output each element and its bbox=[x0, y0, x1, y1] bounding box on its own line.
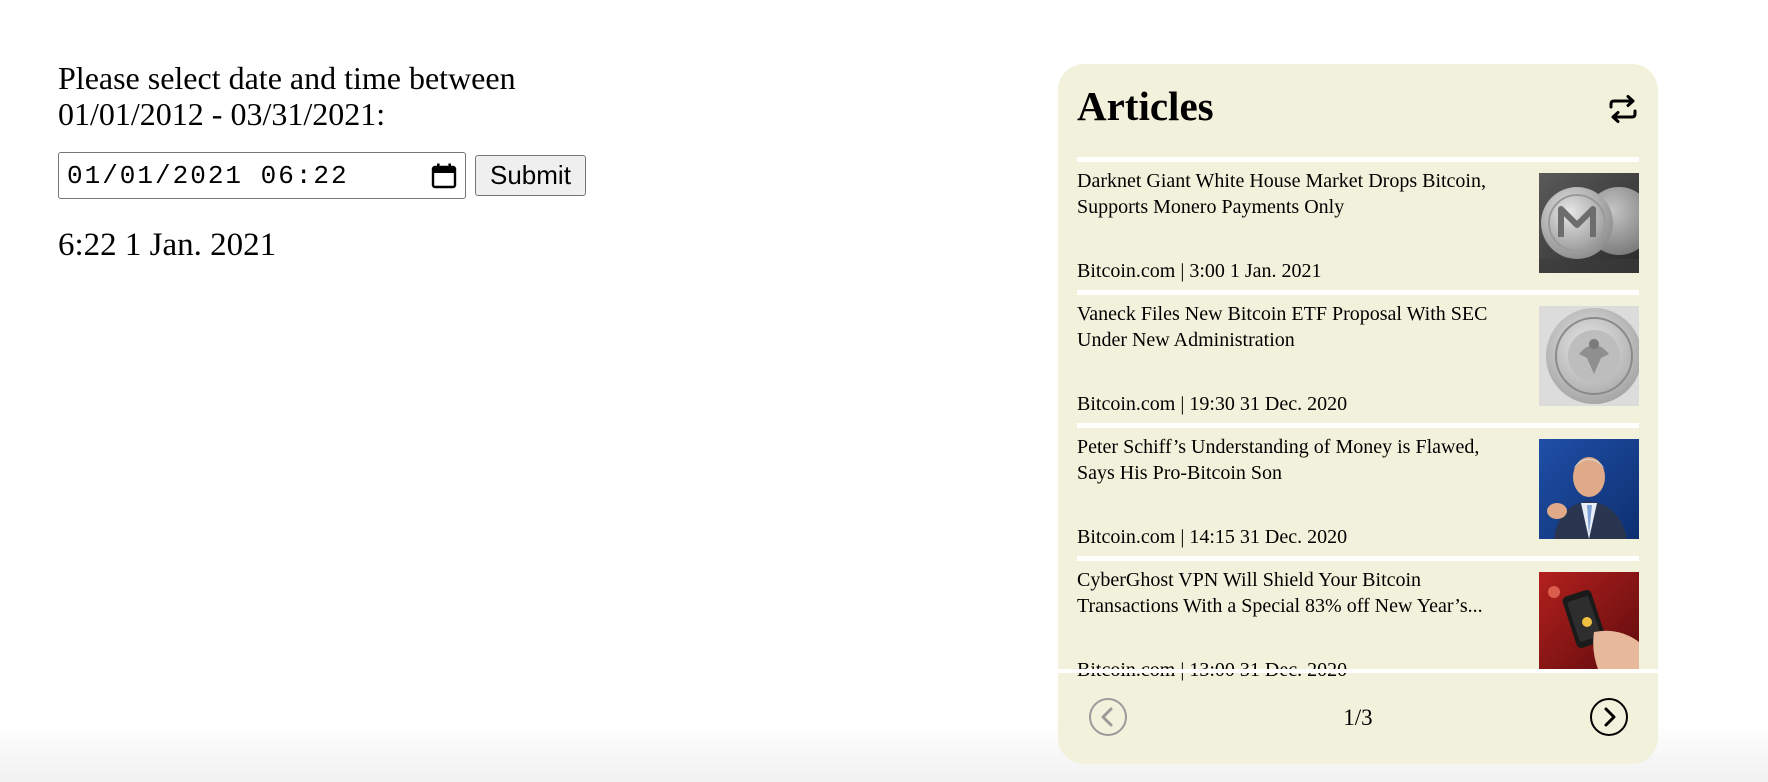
article-meta: Bitcoin.com | 14:15 31 Dec. 2020 bbox=[1077, 526, 1348, 548]
article-title[interactable]: Darknet Giant White House Market Drops B… bbox=[1077, 168, 1507, 220]
date-prompt-line1: Please select date and time between bbox=[58, 60, 516, 96]
article-meta: Bitcoin.com | 3:00 1 Jan. 2021 bbox=[1077, 260, 1322, 282]
article-item[interactable]: Peter Schiff’s Understanding of Money is… bbox=[1077, 423, 1639, 556]
calendar-icon[interactable] bbox=[431, 163, 457, 189]
article-meta: Bitcoin.com | 19:30 31 Dec. 2020 bbox=[1077, 393, 1348, 415]
date-form: 01/01/2021 06:22 Submit bbox=[58, 152, 618, 199]
articles-card: Articles Darknet Giant White House Marke… bbox=[1058, 64, 1658, 764]
phone-in-hand-thumbnail[interactable] bbox=[1539, 572, 1639, 672]
articles-header: Articles bbox=[1058, 64, 1658, 157]
monero-coins-thumbnail[interactable] bbox=[1539, 173, 1639, 273]
page: Please select date and time between 01/0… bbox=[0, 0, 1768, 782]
pagination: 1/3 bbox=[1058, 669, 1658, 764]
chevron-right-icon bbox=[1590, 698, 1628, 736]
article-title[interactable]: CyberGhost VPN Will Shield Your Bitcoin … bbox=[1077, 567, 1507, 619]
article-list: Darknet Giant White House Market Drops B… bbox=[1058, 157, 1658, 689]
next-page-button[interactable] bbox=[1589, 697, 1629, 737]
sec-seal-thumbnail[interactable] bbox=[1539, 306, 1639, 406]
refresh-icon[interactable] bbox=[1606, 92, 1640, 126]
man-in-suit-thumbnail[interactable] bbox=[1539, 439, 1639, 539]
date-selector-panel: Please select date and time between 01/0… bbox=[58, 60, 618, 264]
page-indicator: 1/3 bbox=[1343, 705, 1373, 730]
article-title[interactable]: Vaneck Files New Bitcoin ETF Proposal Wi… bbox=[1077, 301, 1507, 353]
article-item[interactable]: Vaneck Files New Bitcoin ETF Proposal Wi… bbox=[1077, 290, 1639, 423]
datetime-value[interactable]: 01/01/2021 06:22 bbox=[67, 161, 431, 191]
article-item[interactable]: Darknet Giant White House Market Drops B… bbox=[1077, 157, 1639, 290]
submit-button[interactable]: Submit bbox=[475, 155, 586, 196]
articles-title: Articles bbox=[1077, 83, 1214, 129]
date-prompt-line2: 01/01/2012 - 03/31/2021: bbox=[58, 96, 386, 132]
datetime-input[interactable]: 01/01/2021 06:22 bbox=[58, 152, 466, 199]
date-prompt: Please select date and time between 01/0… bbox=[58, 60, 618, 132]
selected-time-display: 6:22 1 Jan. 2021 bbox=[58, 227, 277, 263]
article-title[interactable]: Peter Schiff’s Understanding of Money is… bbox=[1077, 434, 1507, 486]
